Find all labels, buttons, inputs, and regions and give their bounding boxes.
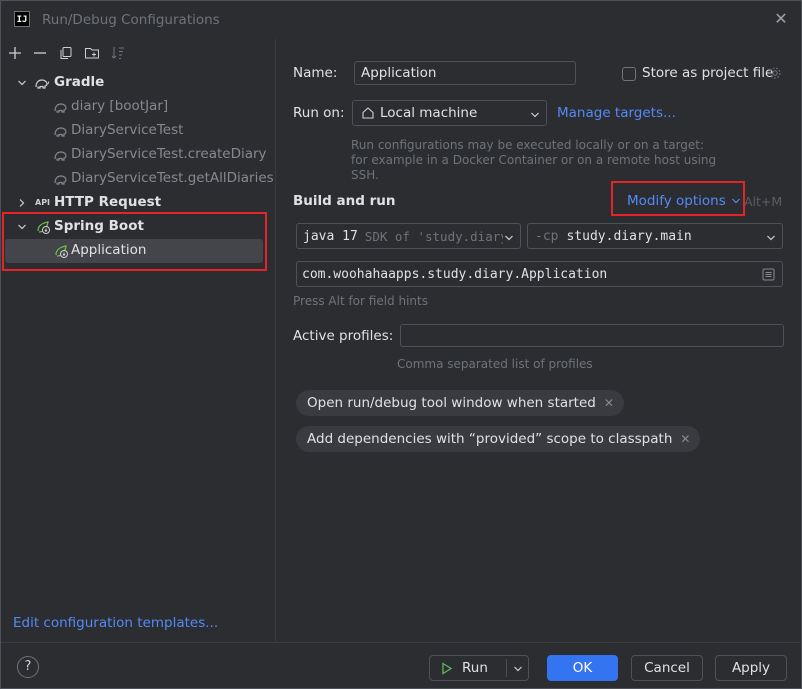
run-on-value: Local machine	[380, 105, 478, 121]
tree-label-gradle: Gradle	[54, 74, 105, 90]
classpath-module-select[interactable]: -cp study.diary.main	[527, 223, 783, 249]
intellij-app-icon: IJ	[14, 11, 30, 27]
build-and-run-heading: Build and run	[293, 193, 396, 209]
run-on-hint: Run configurations may be executed local…	[351, 138, 717, 182]
modify-options-shortcut: Alt+M	[744, 194, 783, 209]
run-button-label: Run	[462, 660, 488, 676]
classpath-module: study.diary.main	[566, 228, 692, 244]
chevron-down-icon	[505, 235, 513, 241]
tree-label-creatediary: DiaryServiceTest.createDiary	[71, 146, 267, 162]
store-as-project-file-checkbox[interactable]	[622, 67, 636, 81]
tree-label-diaryservicetest: DiaryServiceTest	[71, 122, 184, 138]
highlight-box-spring-boot	[2, 212, 267, 271]
field-hints-note: Press Alt for field hints	[293, 294, 428, 308]
help-button[interactable]: ?	[17, 656, 39, 678]
close-icon[interactable]: ✕	[771, 9, 791, 29]
option-chip-provided-scope[interactable]: Add dependencies with “provided” scope t…	[296, 426, 701, 452]
remove-option-icon[interactable]: ✕	[604, 396, 614, 410]
gradle-elephant-icon	[54, 151, 67, 161]
gradle-elephant-icon	[54, 127, 67, 137]
manage-targets-link[interactable]: Manage targets...	[557, 105, 676, 121]
chevron-down-icon[interactable]	[17, 78, 27, 88]
chevron-right-icon[interactable]	[17, 198, 27, 208]
highlight-box-modify-options	[611, 181, 745, 216]
jdk-version: java 17	[303, 228, 358, 244]
split-divider	[506, 659, 507, 677]
active-profiles-input[interactable]	[400, 324, 784, 347]
active-profiles-label: Active profiles:	[293, 328, 394, 344]
name-label: Name:	[293, 65, 338, 81]
gradle-elephant-icon	[54, 103, 67, 113]
option-chip-label: Add dependencies with “provided” scope t…	[307, 431, 673, 447]
remove-option-icon[interactable]: ✕	[680, 432, 690, 446]
browse-list-icon[interactable]	[762, 268, 775, 281]
main-class-input[interactable]: com.woohahaapps.study.diary.Application	[296, 261, 783, 287]
run-split-button[interactable]: Run	[429, 655, 529, 681]
cancel-button[interactable]: Cancel	[631, 655, 703, 681]
configurations-tree-panel: Gradle diary [bootJar] DiaryServiceTest …	[1, 39, 276, 642]
new-folder-icon[interactable]	[81, 42, 103, 64]
ok-button[interactable]: OK	[547, 655, 618, 681]
run-debug-dialog: IJ Run/Debug Configurations ✕ Gradle dia…	[0, 0, 802, 689]
option-chip-open-tool-window[interactable]: Open run/debug tool window when started …	[296, 390, 624, 416]
tree-item-gradle-diaryservicetest[interactable]: DiaryServiceTest	[1, 119, 275, 143]
gradle-elephant-icon	[54, 175, 67, 185]
title-bar: IJ Run/Debug Configurations ✕	[1, 1, 801, 39]
tree-label-bootjar: diary [bootJar]	[71, 98, 169, 114]
edit-configuration-templates-link[interactable]: Edit configuration templates...	[13, 615, 218, 631]
tree-item-gradle-bootjar[interactable]: diary [bootJar]	[1, 95, 275, 119]
gear-icon[interactable]	[768, 66, 782, 80]
gradle-elephant-icon	[35, 79, 50, 89]
jdk-sdk-name: SDK of 'study.diary'	[364, 228, 503, 244]
run-play-icon	[442, 661, 453, 675]
jdk-select[interactable]: java 17 SDK of 'study.diary'	[296, 223, 521, 249]
main-class-value: com.woohahaapps.study.diary.Application	[302, 266, 608, 282]
store-as-project-file-label: Store as project file	[642, 65, 774, 81]
tree-label-http-request: HTTP Request	[54, 194, 162, 210]
name-input[interactable]: Application	[354, 61, 576, 85]
tree-group-gradle[interactable]: Gradle	[1, 71, 275, 95]
dialog-footer: ? Run OK Cancel Apply	[1, 642, 801, 688]
classpath-prefix: -cp	[535, 228, 559, 244]
run-on-label: Run on:	[293, 105, 345, 121]
chevron-down-icon	[767, 235, 775, 241]
sort-icon[interactable]	[107, 42, 129, 64]
option-chip-label: Open run/debug tool window when started	[307, 395, 596, 411]
copy-icon[interactable]	[55, 42, 77, 64]
tree-label-getalldiaries: DiaryServiceTest.getAllDiaries	[71, 170, 274, 186]
chevron-down-icon[interactable]	[513, 664, 523, 674]
run-on-select[interactable]: Local machine	[352, 100, 547, 126]
window-title: Run/Debug Configurations	[42, 12, 220, 28]
api-icon: API	[35, 198, 51, 207]
active-profiles-hint: Comma separated list of profiles	[397, 357, 593, 371]
apply-button[interactable]: Apply	[715, 655, 787, 681]
tree-item-gradle-getalldiaries[interactable]: DiaryServiceTest.getAllDiaries	[1, 167, 275, 191]
tree-toolbar	[1, 39, 275, 67]
chevron-down-icon	[531, 112, 539, 118]
configuration-form: Name: Application Store as project file …	[276, 39, 801, 642]
house-icon	[362, 107, 374, 119]
remove-icon[interactable]	[29, 42, 51, 64]
tree-item-gradle-creatediary[interactable]: DiaryServiceTest.createDiary	[1, 143, 275, 167]
add-icon[interactable]	[4, 42, 26, 64]
